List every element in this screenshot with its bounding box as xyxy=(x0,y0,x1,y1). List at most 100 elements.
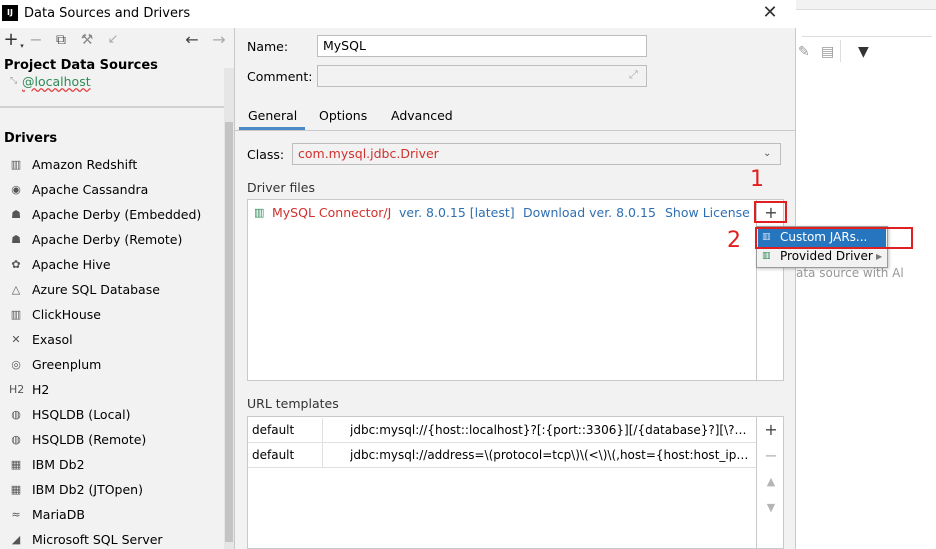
driver-settings-panel: Name: MySQL Comment: ⤢ General Options A… xyxy=(235,28,796,549)
driver-file-row[interactable]: ▥ MySQL Connector/J ver. 8.0.15 [latest]… xyxy=(248,202,756,224)
class-select[interactable]: com.mysql.jdbc.Driver ⌄ xyxy=(292,143,781,165)
sidebar-item-driver[interactable]: ▥ ClickHouse xyxy=(0,302,224,327)
sidebar-item-driver[interactable]: ▦ IBM Db2 xyxy=(0,452,224,477)
menu-item-label: Provided Driver xyxy=(780,249,873,263)
class-value: com.mysql.jdbc.Driver xyxy=(298,146,439,161)
tab-advanced[interactable]: Advanced xyxy=(391,108,453,123)
move-up-icon[interactable]: ▲ xyxy=(762,473,780,491)
menu-item-provided-driver[interactable]: ▥ Provided Driver ▶ xyxy=(758,247,886,266)
move-to-icon[interactable]: ↙ xyxy=(104,31,122,49)
chevron-down-icon: ⌄ xyxy=(763,148,772,159)
window-title: Data Sources and Drivers xyxy=(24,6,191,21)
back-icon[interactable]: ← xyxy=(183,31,201,49)
url-template-key: default xyxy=(252,423,295,437)
data-sources-dialog: IJ Data Sources and Drivers ✕ + ▾ − ⧉ ⚒ … xyxy=(0,0,796,549)
submenu-arrow-icon: ▶ xyxy=(876,252,883,261)
background-list-icon: ▤ xyxy=(821,44,835,60)
sidebar-item-driver[interactable]: ☗ Apache Derby (Embedded) xyxy=(0,202,224,227)
tab-general[interactable]: General xyxy=(248,108,297,123)
comment-label: Comment: xyxy=(247,69,313,84)
driver-label: H2 xyxy=(32,382,50,397)
drivers-heading: Drivers xyxy=(4,131,58,146)
intellij-app-icon: IJ xyxy=(2,5,18,21)
table-row[interactable]: default jdbc:mysql://address=\(protocol=… xyxy=(248,443,756,468)
sidebar: Project Data Sources ⤡ @localhost Driver… xyxy=(0,54,234,549)
driver-label: Amazon Redshift xyxy=(32,157,138,172)
table-row[interactable]: default jdbc:mysql://{host::localhost}?[… xyxy=(248,418,756,443)
project-data-source-item[interactable]: ⤡ @localhost xyxy=(10,74,91,89)
close-icon[interactable]: ✕ xyxy=(760,3,780,23)
driver-icon: ◉ xyxy=(11,183,21,196)
driver-label: Azure SQL Database xyxy=(32,282,160,297)
column-divider xyxy=(322,418,323,442)
driver-label: HSQLDB (Remote) xyxy=(32,432,147,447)
duplicate-icon[interactable]: ⧉ xyxy=(52,31,70,49)
sidebar-item-driver[interactable]: ▦ IBM Db2 (JTOpen) xyxy=(0,477,224,502)
comment-field[interactable] xyxy=(317,65,647,87)
sidebar-item-driver[interactable]: ◍ HSQLDB (Remote) xyxy=(0,427,224,452)
background-window: ✎ ▤ ▼ ata source with Al xyxy=(796,0,936,549)
drivers-list: ▥ Amazon Redshift ◉ Apache Cassandra ☗ Apache… xyxy=(0,152,224,549)
sidebar-scroll-thumb[interactable] xyxy=(225,122,233,542)
jar-library-icon: ▥ xyxy=(254,206,265,219)
sidebar-item-driver[interactable]: ◍ HSQLDB (Local) xyxy=(0,402,224,427)
step-2-label: 2 xyxy=(727,228,741,253)
sidebar-item-driver[interactable]: ◎ Greenplum xyxy=(0,352,224,377)
driver-files-list: ▥ MySQL Connector/J ver. 8.0.15 [latest]… xyxy=(247,199,784,381)
forward-icon[interactable]: → xyxy=(210,31,228,49)
driver-icon: ✿ xyxy=(11,258,21,271)
sidebar-item-driver[interactable]: ▥ Amazon Redshift xyxy=(0,152,224,177)
driver-label: IBM Db2 xyxy=(32,457,85,472)
driver-icon: ◢ xyxy=(11,533,21,546)
name-field[interactable]: MySQL xyxy=(317,35,647,57)
show-license-link[interactable]: Show License xyxy=(665,202,750,224)
background-edit-icon: ✎ xyxy=(798,44,810,60)
sidebar-item-driver[interactable]: ✿ Apache Hive xyxy=(0,252,224,277)
driver-icon: H2 xyxy=(9,383,25,396)
sidebar-item-driver[interactable]: △ Azure SQL Database xyxy=(0,277,224,302)
driver-icon: ◍ xyxy=(11,408,21,421)
driver-icon: ▥ xyxy=(10,158,22,171)
remove-url-icon[interactable]: − xyxy=(762,447,780,465)
move-down-icon[interactable]: ▼ xyxy=(762,499,780,517)
highlight-add-button xyxy=(754,201,787,223)
sidebar-separator xyxy=(0,106,224,108)
tab-divider xyxy=(235,130,796,131)
project-data-sources-heading: Project Data Sources xyxy=(4,58,158,73)
sidebar-item-driver[interactable]: ✕ Exasol xyxy=(0,327,224,352)
class-label: Class: xyxy=(247,147,285,162)
sidebar-item-driver[interactable]: ◉ Apache Cassandra xyxy=(0,177,224,202)
driver-icon: ≈ xyxy=(11,508,21,521)
download-link[interactable]: Download ver. 8.0.15 xyxy=(523,202,656,224)
add-url-icon[interactable]: + xyxy=(762,421,780,439)
driver-icon: ▥ xyxy=(10,308,22,321)
filter-icon: ▼ xyxy=(858,44,869,60)
driver-label: HSQLDB (Local) xyxy=(32,407,131,422)
sidebar-item-driver[interactable]: ◢ Microsoft SQL Server xyxy=(0,527,224,549)
driver-icon: ◍ xyxy=(11,433,21,446)
sidebar-item-driver[interactable]: H2 H2 xyxy=(0,377,224,402)
driver-file-name: MySQL Connector/J xyxy=(272,205,392,220)
url-side-divider xyxy=(756,417,757,548)
url-template-key: default xyxy=(252,448,295,462)
highlight-custom-jars xyxy=(755,227,913,249)
url-template-value: jdbc:mysql://address=\(protocol=tcp\)\(<… xyxy=(350,448,752,462)
wrench-icon[interactable]: ⚒ xyxy=(78,31,96,49)
driver-icon: ▦ xyxy=(10,458,22,471)
driver-label: Apache Cassandra xyxy=(32,182,149,197)
driver-icon: ▦ xyxy=(10,483,22,496)
driver-label: MariaDB xyxy=(32,507,85,522)
driver-label: ClickHouse xyxy=(32,307,101,322)
sidebar-item-driver[interactable]: ≈ MariaDB xyxy=(0,502,224,527)
expand-icon[interactable]: ⤢ xyxy=(629,68,638,82)
background-tab-strip xyxy=(796,0,936,10)
driver-label: IBM Db2 (JTOpen) xyxy=(32,482,143,497)
remove-icon[interactable]: − xyxy=(27,31,45,49)
url-templates-label: URL templates xyxy=(247,396,339,411)
driver-label: Greenplum xyxy=(32,357,102,372)
driver-file-version: ver. 8.0.15 [latest] xyxy=(399,205,515,220)
tab-options[interactable]: Options xyxy=(319,108,367,123)
data-source-label: @localhost xyxy=(22,74,91,89)
sidebar-item-driver[interactable]: ☗ Apache Derby (Remote) xyxy=(0,227,224,252)
driver-icon: ✕ xyxy=(11,333,21,346)
